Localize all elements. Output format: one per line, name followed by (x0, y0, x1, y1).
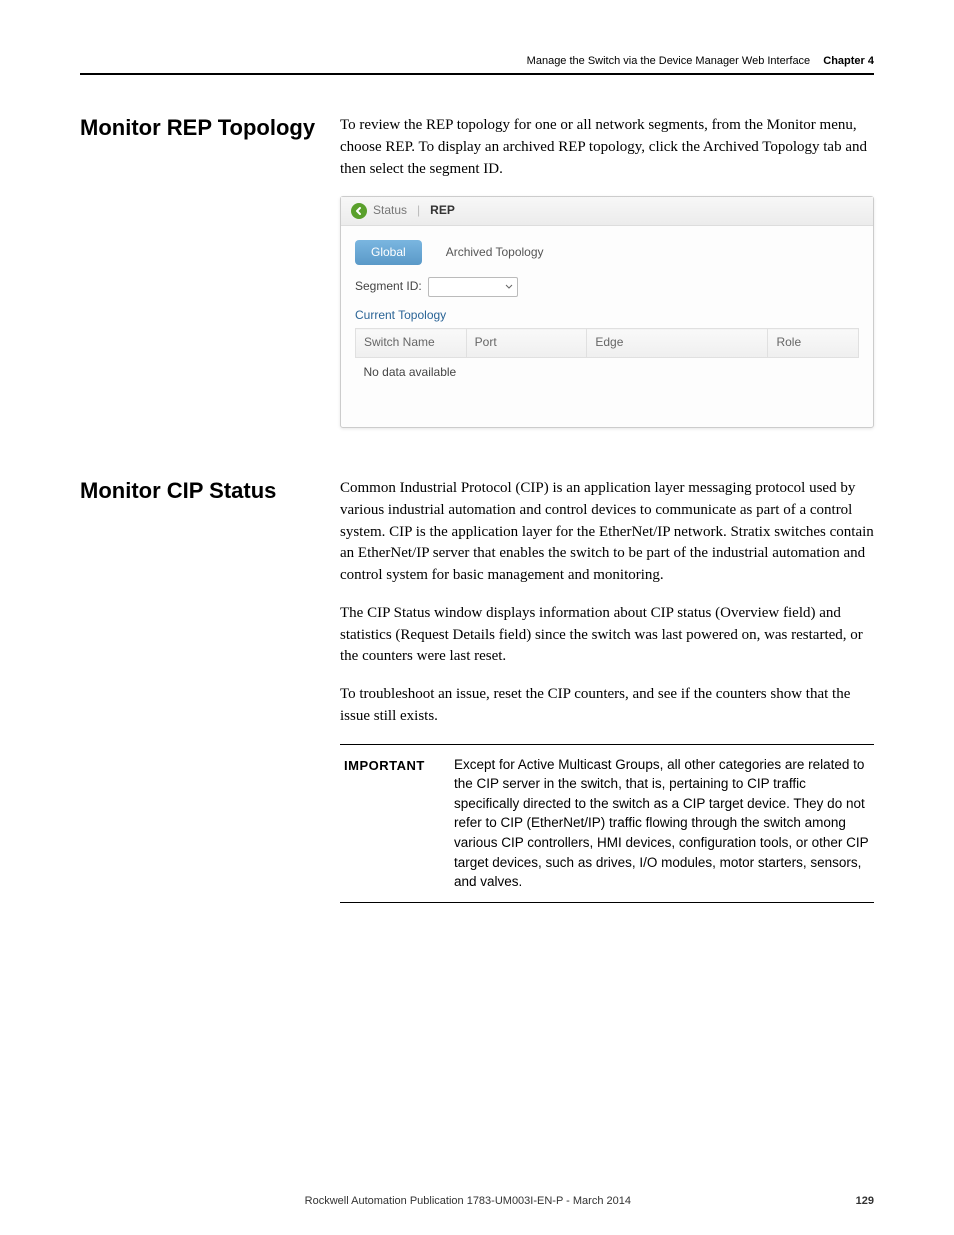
panel-body: Global Archived Topology Segment ID: Cur… (341, 226, 873, 428)
table-row: No data available (356, 357, 859, 387)
page-footer: Rockwell Automation Publication 1783-UM0… (80, 1195, 874, 1207)
section-body-cip: Common Industrial Protocol (CIP) is an a… (340, 478, 874, 902)
breadcrumb-current: REP (430, 202, 455, 219)
panel-header: Status | REP (341, 197, 873, 225)
topology-table: Switch Name Port Edge Role No data avail… (355, 328, 859, 387)
publication-id: Rockwell Automation Publication 1783-UM0… (305, 1195, 631, 1207)
chevron-down-icon (505, 284, 513, 290)
col-switch-name[interactable]: Switch Name (356, 329, 467, 357)
important-text: Except for Active Multicast Groups, all … (454, 755, 870, 892)
col-port[interactable]: Port (466, 329, 587, 357)
breadcrumb-status[interactable]: Status (373, 202, 407, 219)
current-topology-label: Current Topology (355, 307, 859, 324)
running-header: Manage the Switch via the Device Manager… (80, 55, 874, 73)
no-data-cell: No data available (356, 357, 859, 387)
segment-id-row: Segment ID: (355, 277, 859, 297)
section-heading-rep: Monitor REP Topology (80, 115, 340, 428)
section-monitor-cip: Monitor CIP Status Common Industrial Pro… (80, 478, 874, 902)
col-role[interactable]: Role (768, 329, 859, 357)
header-title: Manage the Switch via the Device Manager… (527, 55, 811, 67)
cip-paragraph-1: Common Industrial Protocol (CIP) is an a… (340, 478, 874, 587)
header-chapter: Chapter 4 (823, 55, 874, 67)
back-icon[interactable] (351, 203, 367, 219)
cip-paragraph-3: To troubleshoot an issue, reset the CIP … (340, 684, 874, 728)
table-header-row: Switch Name Port Edge Role (356, 329, 859, 357)
status-rep-panel: Status | REP Global Archived Topology Se… (340, 196, 874, 428)
breadcrumb-separator: | (417, 202, 420, 219)
section-monitor-rep: Monitor REP Topology To review the REP t… (80, 115, 874, 428)
cip-paragraph-2: The CIP Status window displays informati… (340, 603, 874, 668)
important-note: IMPORTANT Except for Active Multicast Gr… (340, 744, 874, 903)
col-edge[interactable]: Edge (587, 329, 768, 357)
tab-global[interactable]: Global (355, 240, 422, 265)
tabs: Global Archived Topology (355, 240, 859, 265)
section-body-rep: To review the REP topology for one or al… (340, 115, 874, 428)
header-rule (80, 73, 874, 75)
tab-archived-topology[interactable]: Archived Topology (430, 240, 560, 265)
rep-intro-paragraph: To review the REP topology for one or al… (340, 115, 874, 180)
important-label: IMPORTANT (344, 755, 454, 892)
page-number: 129 (856, 1195, 874, 1207)
segment-id-label: Segment ID: (355, 278, 422, 295)
segment-id-select[interactable] (428, 277, 518, 297)
section-heading-cip: Monitor CIP Status (80, 478, 340, 902)
